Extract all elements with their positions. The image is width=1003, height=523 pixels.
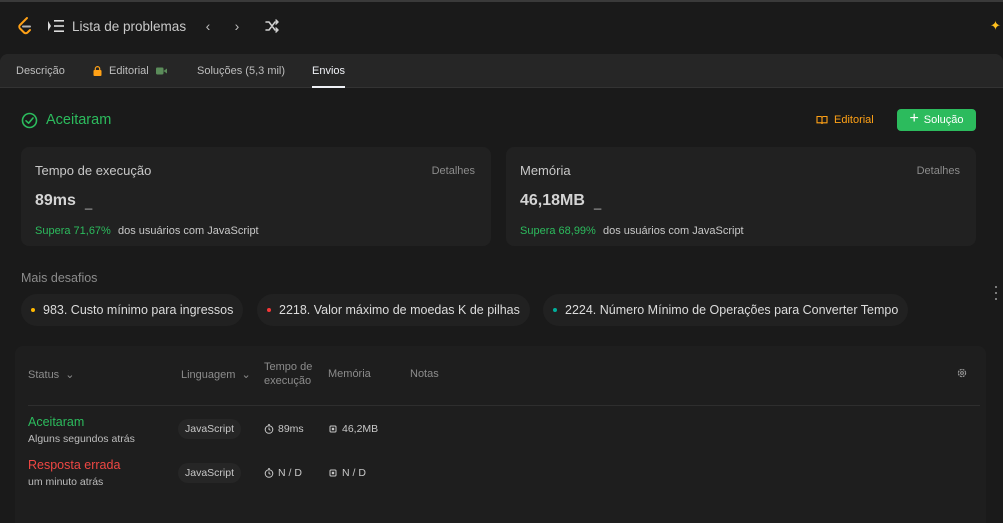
- language-badge: JavaScript: [178, 463, 242, 483]
- leetcode-logo[interactable]: [14, 15, 36, 37]
- book-icon: [816, 115, 828, 125]
- submission-content: Aceitaram Editorial + Solução Tempo de e…: [0, 88, 1003, 523]
- more-challenges-label: Mais desafios: [21, 271, 98, 285]
- table-row-time: um minuto atrás: [28, 476, 104, 488]
- clock-icon: [264, 468, 274, 478]
- memory-metric-value: 46,2MB: [342, 423, 379, 435]
- sparkle-icon[interactable]: ✦: [990, 18, 1001, 34]
- tab-solutions[interactable]: Soluções (5,3 mil): [197, 65, 285, 77]
- runtime-header-line2: execução: [264, 375, 312, 387]
- status-header-label: Status: [28, 369, 60, 381]
- challenge-title: 2218. Valor máximo de moedas K de pilhas: [279, 303, 520, 317]
- notes-column-header: Notas: [410, 368, 439, 380]
- runtime-header-line1: Tempo de: [264, 361, 313, 373]
- memory-beats-percent: Supera 68,99%: [520, 225, 596, 237]
- table-header-divider: [28, 405, 980, 406]
- runtime-metric: N / D: [264, 467, 302, 479]
- memory-details-link[interactable]: Detalhes: [917, 165, 960, 177]
- plus-icon: +: [909, 110, 919, 127]
- memory-metric: 46,2MB: [328, 423, 378, 435]
- chevron-down-icon: ⌄: [241, 369, 251, 381]
- problem-list-link[interactable]: Lista de problemas: [72, 19, 186, 34]
- memory-beats-text: dos usuários com JavaScript: [603, 225, 744, 237]
- tab-description[interactable]: Descrição: [16, 65, 65, 77]
- runtime-cursor: _: [85, 195, 93, 210]
- top-bar: Lista de problemas ‹ › ✦: [0, 0, 1003, 48]
- memory-cursor: _: [594, 195, 602, 210]
- chevron-left-icon[interactable]: ‹: [198, 16, 218, 36]
- runtime-title: Tempo de execução: [35, 163, 152, 178]
- challenge-chip[interactable]: 2218. Valor máximo de moedas K de pilhas: [257, 294, 530, 326]
- language-column-header[interactable]: Linguagem ⌄: [181, 368, 251, 381]
- runtime-value: 89ms: [35, 192, 76, 209]
- chevron-right-icon[interactable]: ›: [227, 16, 247, 36]
- memory-value: 46,18MB: [520, 192, 585, 209]
- memory-title: Memória: [520, 163, 571, 178]
- challenge-title: 983. Custo mínimo para ingressos: [43, 303, 234, 317]
- challenge-chip[interactable]: 983. Custo mínimo para ingressos: [21, 294, 244, 326]
- submission-panel: Descrição Editorial Soluções (5,3 mil) E…: [0, 54, 1003, 523]
- language-header-label: Linguagem: [181, 369, 236, 381]
- post-solution-label: Solução: [923, 114, 964, 126]
- difficulty-dot: [267, 308, 271, 312]
- tab-editorial[interactable]: Editorial: [109, 65, 149, 77]
- runtime-metric-value: N / D: [278, 467, 302, 479]
- gear-icon[interactable]: [956, 367, 968, 379]
- chevron-down-icon: ⌄: [65, 369, 75, 381]
- memory-column-header: Memória: [328, 368, 371, 380]
- video-icon: [156, 67, 167, 75]
- memory-metric: N / D: [328, 467, 366, 479]
- runtime-card[interactable]: Tempo de execução Detalhes 89ms _ Supera…: [21, 147, 491, 246]
- difficulty-dot: [553, 308, 557, 312]
- shuffle-icon[interactable]: [262, 16, 282, 36]
- runtime-details-link[interactable]: Detalhes: [432, 165, 475, 177]
- clock-icon: [264, 424, 274, 434]
- list-icon[interactable]: [47, 19, 65, 33]
- memory-metric-value: N / D: [342, 467, 366, 479]
- panel-tabs: Descrição Editorial Soluções (5,3 mil) E…: [0, 54, 1003, 88]
- status-column-header[interactable]: Status ⌄: [28, 368, 74, 381]
- language-badge: JavaScript: [178, 419, 242, 439]
- challenge-title: 2224. Número Mínimo de Operações para Co…: [565, 303, 899, 317]
- submissions-table: Status ⌄ Linguagem ⌄ Tempo de execução M…: [15, 346, 986, 523]
- tab-submissions[interactable]: Envios: [312, 65, 345, 77]
- runtime-beats-text: dos usuários com JavaScript: [118, 225, 259, 237]
- runtime-metric: 89ms: [264, 423, 304, 435]
- editorial-button-label: Editorial: [834, 114, 874, 126]
- post-solution-button[interactable]: + Solução: [897, 109, 976, 131]
- memory-card[interactable]: Memória Detalhes 46,18MB _ Supera 68,99%…: [506, 147, 976, 246]
- difficulty-dot: [31, 308, 35, 312]
- chip-icon: [329, 469, 337, 477]
- editorial-button[interactable]: Editorial: [806, 109, 884, 131]
- chip-icon: [329, 425, 337, 433]
- table-row-status[interactable]: Resposta errada: [28, 458, 120, 472]
- resize-handle[interactable]: [995, 286, 998, 300]
- submission-status: Aceitaram: [46, 112, 112, 128]
- challenge-chip[interactable]: 2224. Número Mínimo de Operações para Co…: [543, 294, 909, 326]
- runtime-metric-value: 89ms: [278, 423, 304, 435]
- runtime-beats-percent: Supera 71,67%: [35, 225, 111, 237]
- table-row-status[interactable]: Aceitaram: [28, 415, 84, 429]
- lock-icon: [93, 66, 102, 76]
- check-circle-icon: [21, 112, 38, 129]
- table-row-time: Alguns segundos atrás: [28, 433, 135, 445]
